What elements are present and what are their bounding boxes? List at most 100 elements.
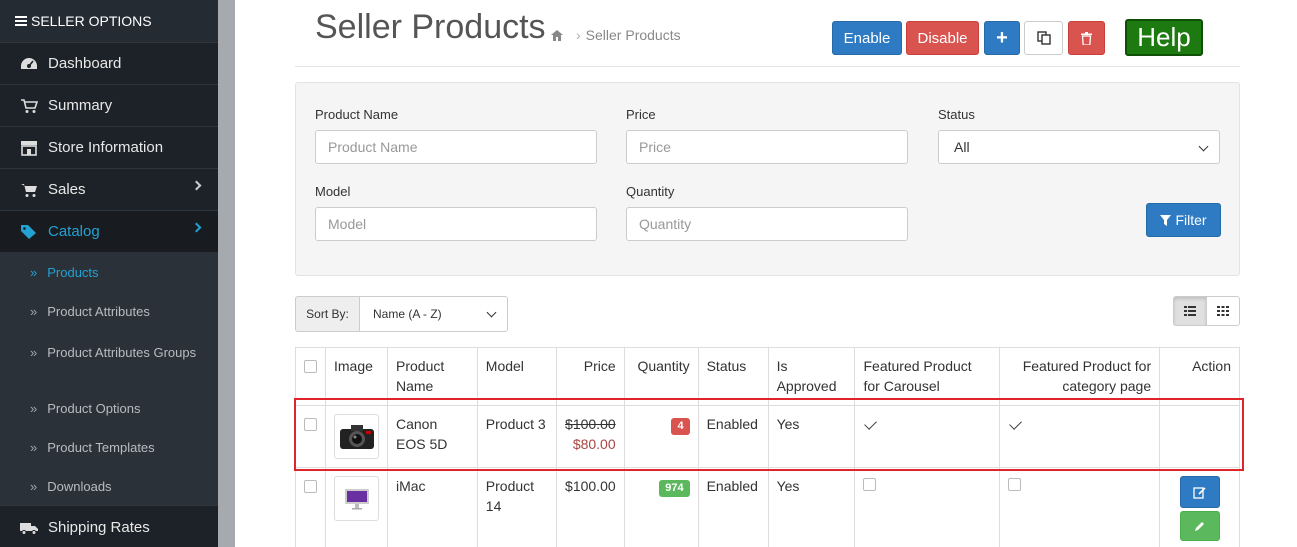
- featured-category-checkbox[interactable]: [1007, 478, 1021, 491]
- sidebar-item-label: Catalog: [48, 223, 100, 240]
- sidebar-header[interactable]: SELLER OPTIONS: [0, 0, 218, 42]
- camera-icon: [339, 424, 374, 449]
- quick-edit-button[interactable]: [1179, 511, 1220, 541]
- copy-button[interactable]: [1024, 21, 1063, 55]
- featured-carousel-cell: [854, 405, 1000, 468]
- price-cell: $100.00: [555, 467, 625, 547]
- row-select-cell: [295, 405, 326, 468]
- sidebar-subitem-downloads[interactable]: » Downloads: [0, 467, 218, 505]
- sort-select[interactable]: Name (A - Z): [359, 296, 508, 332]
- column-header-featured-category[interactable]: Featured Product for category page: [998, 347, 1161, 406]
- row-checkbox[interactable]: [304, 480, 317, 493]
- column-header-price[interactable]: Price: [555, 347, 625, 406]
- header-divider: [295, 66, 1240, 67]
- status-select[interactable]: All: [938, 130, 1220, 164]
- featured-carousel-checkbox[interactable]: [863, 478, 877, 491]
- column-header-featured-carousel[interactable]: Featured Product for Carousel: [854, 347, 1000, 406]
- delete-button[interactable]: [1068, 21, 1105, 55]
- chevron-right-icon: [191, 222, 202, 233]
- product-name-input[interactable]: Product Name: [315, 130, 597, 164]
- home-icon[interactable]: [551, 29, 563, 41]
- featured-carousel-cell: [854, 467, 1000, 547]
- sidebar-item-store-information[interactable]: Store Information: [0, 126, 218, 168]
- table-row: iMac Product 14 $100.00 974 Enabled Yes: [295, 467, 1240, 547]
- sidebar-subitem-products[interactable]: » Products: [0, 252, 218, 292]
- sidebar-item-dashboard[interactable]: Dashboard: [0, 42, 218, 84]
- image-cell: [325, 467, 388, 547]
- double-chevron-icon: »: [30, 440, 38, 455]
- store-icon: [20, 139, 38, 157]
- sidebar-subitem-label-wrap: » Product Attributes Groups: [20, 343, 200, 362]
- quantity-cell: 4: [623, 405, 699, 468]
- enable-button[interactable]: Enable: [832, 21, 902, 55]
- price-input[interactable]: Price: [626, 130, 908, 164]
- status-select-value: All: [954, 139, 970, 155]
- sidebar-subitem-product-templates[interactable]: » Product Templates: [0, 428, 218, 467]
- select-all-checkbox[interactable]: [304, 360, 317, 373]
- quantity-input[interactable]: Quantity: [626, 207, 908, 241]
- sidebar-subitem-product-attributes[interactable]: » Product Attributes: [0, 292, 218, 331]
- sidebar-item-label: Sales: [48, 181, 86, 198]
- action-cell: [1159, 405, 1240, 468]
- product-thumbnail-camera[interactable]: [334, 414, 379, 459]
- filter-button[interactable]: Filter: [1146, 203, 1221, 237]
- double-chevron-icon: »: [30, 401, 38, 416]
- select-all-cell: [295, 347, 326, 406]
- filter-panel: Product Name Product Name Price Price St…: [295, 82, 1240, 276]
- quantity-cell: 974: [623, 467, 699, 547]
- column-header-is-approved[interactable]: Is Approved: [767, 347, 856, 406]
- sidebar-item-label: Summary: [48, 97, 113, 114]
- sidebar-item-summary[interactable]: Summary: [0, 84, 218, 126]
- breadcrumb: › Seller Products: [551, 27, 681, 43]
- column-header-quantity[interactable]: Quantity: [623, 347, 699, 406]
- column-header-product-name[interactable]: Product Name: [387, 347, 478, 406]
- page-title: Seller Products: [315, 8, 546, 46]
- sidebar-subitem-label: Product Attributes Groups: [47, 345, 197, 360]
- add-button[interactable]: +: [984, 21, 1020, 55]
- sidebar-item-sales[interactable]: Sales: [0, 168, 218, 210]
- quantity-badge: 974: [659, 480, 690, 497]
- disable-button[interactable]: Disable: [906, 21, 979, 55]
- filter-button-label: Filter: [1175, 212, 1207, 228]
- checkmark-icon[interactable]: [1009, 417, 1022, 430]
- sidebar-item-shipping-rates[interactable]: Shipping Rates: [0, 505, 218, 547]
- featured-category-cell: [998, 467, 1161, 547]
- status-label: Status: [938, 107, 975, 122]
- status-cell: Enabled: [697, 405, 769, 468]
- model-input[interactable]: Model: [315, 207, 597, 241]
- checkmark-icon[interactable]: [864, 417, 878, 430]
- model-label: Model: [315, 184, 351, 199]
- copy-icon: [1036, 31, 1051, 45]
- table-header-row: Image Product Name Model Price Quantity …: [295, 347, 1240, 406]
- truck-icon: [20, 519, 38, 537]
- breadcrumb-separator: ›: [576, 27, 581, 43]
- quantity-badge: 4: [671, 418, 690, 435]
- product-name-cell[interactable]: iMac: [387, 467, 478, 547]
- product-name-cell[interactable]: Canon EOS 5D: [387, 405, 478, 468]
- chevron-down-icon: [1198, 141, 1209, 152]
- column-header-model[interactable]: Model: [476, 347, 557, 406]
- row-checkbox[interactable]: [304, 418, 317, 431]
- sidebar-subitem-product-attributes-groups[interactable]: » Product Attributes Groups: [0, 331, 218, 389]
- breadcrumb-current[interactable]: Seller Products: [586, 27, 681, 43]
- sidebar-subitem-product-options[interactable]: » Product Options: [0, 389, 218, 428]
- model-cell: Product 14: [476, 467, 557, 547]
- pencil-icon: [1194, 522, 1204, 531]
- action-cell: [1159, 467, 1240, 547]
- edit-button[interactable]: [1179, 476, 1220, 508]
- edit-icon: [1193, 486, 1206, 499]
- column-header-action: Action: [1159, 347, 1240, 406]
- grid-view-button[interactable]: [1206, 296, 1240, 326]
- help-button[interactable]: Help: [1125, 19, 1203, 56]
- products-table: Image Product Name Model Price Quantity …: [295, 347, 1240, 547]
- sidebar-subitem-label: Products: [47, 264, 99, 280]
- price-label: Price: [626, 107, 656, 122]
- dashboard-icon: [20, 55, 38, 73]
- column-header-status[interactable]: Status: [697, 347, 769, 406]
- approved-cell: Yes: [767, 405, 856, 468]
- list-view-button[interactable]: [1173, 296, 1207, 326]
- sidebar-item-catalog[interactable]: Catalog: [0, 210, 218, 252]
- featured-category-cell: [998, 405, 1161, 468]
- product-thumbnail-imac[interactable]: [334, 476, 379, 521]
- chevron-right-icon: [191, 180, 202, 191]
